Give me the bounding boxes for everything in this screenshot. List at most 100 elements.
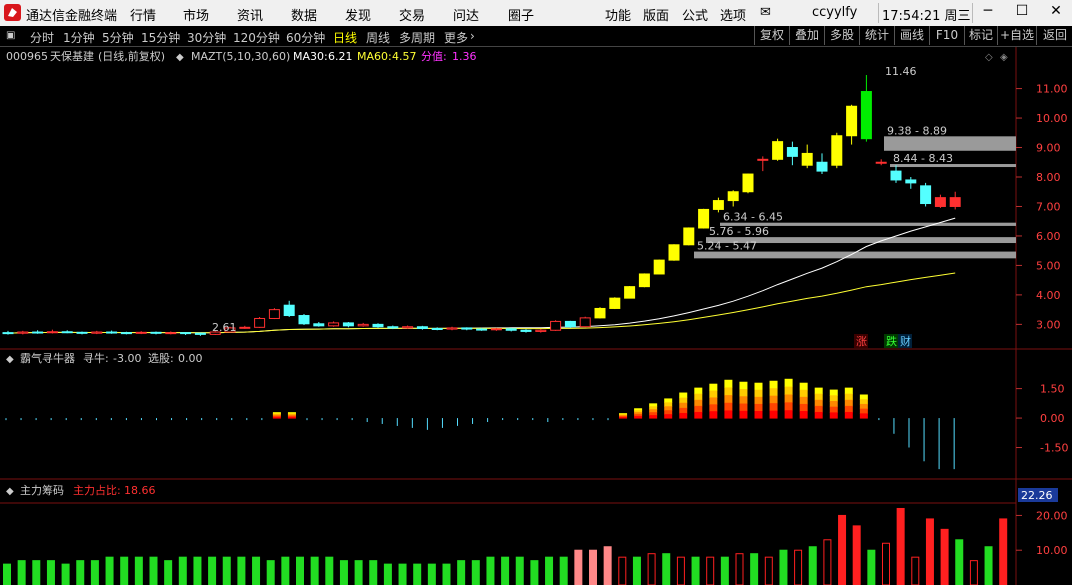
ma60-value: 4.57 [392,50,417,63]
period-fenshi[interactable]: 分时 [30,29,54,46]
y-tick-label: 9.00 [1036,142,1061,155]
period-15min[interactable]: 15分钟 [141,29,180,46]
sub1-bar [859,399,868,405]
sub2-bar [691,556,700,585]
sub2-bar [999,518,1008,585]
sub1-bar [844,393,853,401]
menu-xuanxiang[interactable]: 选项 [720,5,746,24]
marker-cai[interactable]: 财 [900,334,911,348]
tool-tongji[interactable]: 统计 [859,26,894,45]
zhuli-label: 主力占比: [73,483,121,497]
marker-zhang[interactable]: 涨 [856,335,867,348]
ma30-label: MA30: [293,50,328,63]
dropdown-icon[interactable]: ▣ [6,30,15,41]
sub1-bar [784,386,793,395]
sub2-bars [3,507,1008,585]
candle-body [890,170,902,181]
sub2-bar [925,518,934,585]
sub2-bar [852,525,861,585]
period-1min[interactable]: 1分钟 [63,29,95,46]
close-icon[interactable]: ✕ [1044,3,1068,23]
period-30min[interactable]: 30分钟 [187,29,226,46]
xunniu-value: -3.00 [113,352,141,365]
sub2-bar [647,553,656,585]
sub1-bar [694,387,703,395]
candle-body [32,331,44,334]
candle-body [727,191,739,202]
sub1-bar [784,394,793,403]
candle-body [283,304,295,317]
sub1-bar [619,417,628,419]
app-title: 通达信金融终端 [26,9,118,24]
menu-shichang[interactable]: 市场 [183,5,209,24]
sub1-bar [649,403,658,407]
period-120min[interactable]: 120分钟 [233,29,280,46]
sub1-bar [679,407,688,414]
sub2-bar [545,556,554,585]
menu-gongshi[interactable]: 公式 [682,5,708,24]
mail-icon[interactable]: ✉ [760,5,771,20]
y-tick-label: 7.00 [1036,200,1061,213]
tool-fuquan[interactable]: 复权 [754,26,789,45]
menu-gongneng[interactable]: 功能 [605,5,631,24]
tool-biaoji[interactable]: 标记 [964,26,997,45]
menu-quanzi[interactable]: 圈子 [508,5,534,24]
menu-banmian[interactable]: 版面 [643,5,669,24]
current-value: 22.26 [1021,489,1053,502]
period-daily[interactable]: 日线 [333,29,357,46]
chevron-right-icon[interactable]: › [470,29,475,43]
xuangu-value: 0.00 [178,352,203,365]
sub2-bar [76,560,85,585]
candle-body [387,326,399,329]
sub1-bar [814,405,823,413]
sub2-bar [252,556,261,585]
menu-wenda[interactable]: 问达 [453,5,479,24]
maximize-icon[interactable]: ☐ [1010,3,1034,23]
candle-body [91,331,103,334]
marker-die[interactable]: 跌 [886,334,897,348]
period-more[interactable]: 更多 [444,29,468,46]
y-tick-label: 3.00 [1036,318,1061,331]
sub1-bar [829,389,838,396]
tool-duogu[interactable]: 多股 [824,26,859,45]
sub2-bar [603,546,612,585]
minimize-icon[interactable]: ─ [976,3,1000,23]
period-5min[interactable]: 5分钟 [102,29,134,46]
period-weekly[interactable]: 周线 [366,29,390,46]
zone-label: 8.44 - 8.43 [893,152,953,165]
tool-f10[interactable]: F10 [929,26,964,45]
sub2-name: 主力筹码 [20,483,64,497]
sub2-bar [46,560,55,585]
sub2-bar [3,563,11,585]
period-multi[interactable]: 多周期 [399,29,435,46]
username[interactable]: ccyylfy [812,5,857,20]
pin-icon[interactable]: ◈ [1000,52,1008,63]
sub2-bar [17,560,26,585]
sub1-bar [814,393,823,401]
menu-jiaoyi[interactable]: 交易 [399,5,425,24]
settings-icon[interactable]: ◆ [176,52,184,63]
sub1-bar [679,397,688,404]
sub2-bar [750,553,759,585]
sub1-bar [709,404,718,412]
menu-hangqing[interactable]: 行情 [130,5,156,24]
tool-add-watchlist[interactable]: +自选 [997,26,1036,45]
menu-zixun[interactable]: 资讯 [237,5,263,24]
sub1-bar [664,410,673,415]
sub2-bar [237,556,246,585]
settings-icon[interactable]: ◆ [6,486,14,497]
menu-faxian[interactable]: 发现 [345,5,371,24]
diamond-icon[interactable]: ◇ [985,52,993,63]
sub1-bar [829,400,838,408]
y-tick-label: 5.00 [1036,259,1061,272]
sub1-bar [784,378,793,388]
period-60min[interactable]: 60分钟 [286,29,325,46]
sub2-bar [134,556,143,585]
tool-back[interactable]: 返回 [1036,26,1072,45]
tool-huaxian[interactable]: 画线 [894,26,929,45]
tool-diejia[interactable]: 叠加 [789,26,824,45]
sub1-bar [769,380,778,389]
kline-chart-area[interactable]: 000965 天保基建 (日线,前复权) ◆ MAZT(5,10,30,60) … [0,47,1072,585]
settings-icon[interactable]: ◆ [6,354,14,365]
menu-shuju[interactable]: 数据 [291,5,317,24]
